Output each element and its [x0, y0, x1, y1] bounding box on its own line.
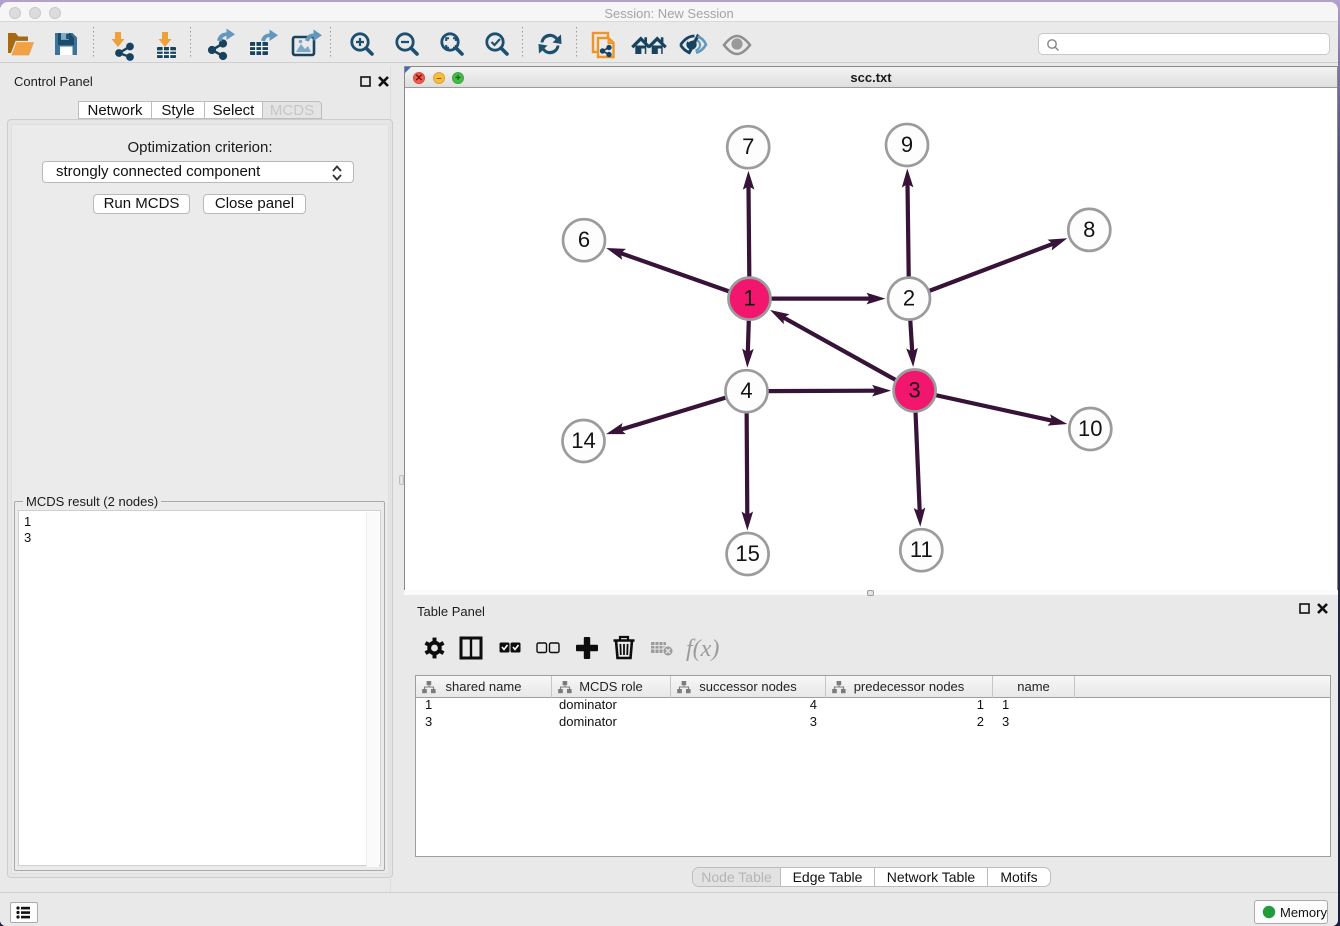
- svg-text:7: 7: [742, 134, 754, 159]
- svg-text:8: 8: [1083, 217, 1095, 242]
- svg-text:10: 10: [1078, 416, 1102, 441]
- svg-text:11: 11: [910, 537, 933, 562]
- svg-text:9: 9: [901, 132, 913, 157]
- svg-text:15: 15: [735, 541, 759, 566]
- svg-text:6: 6: [578, 227, 590, 252]
- svg-text:2: 2: [903, 286, 915, 311]
- svg-text:3: 3: [908, 378, 920, 403]
- svg-text:1: 1: [743, 286, 755, 311]
- svg-text:14: 14: [571, 428, 595, 453]
- svg-text:f(x): f(x): [686, 636, 719, 662]
- svg-text:4: 4: [740, 378, 752, 403]
